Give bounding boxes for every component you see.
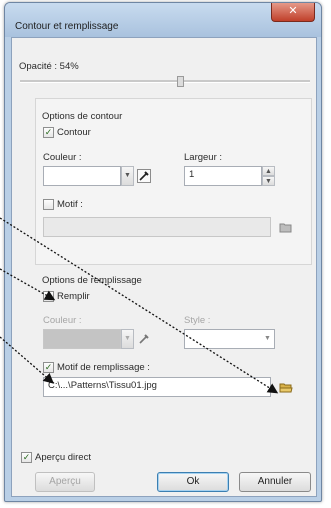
arrow-to-folder-button [0, 217, 279, 394]
arrow-to-fill-checkbox [0, 268, 56, 301]
arrow-to-fill-pattern-checkbox [0, 336, 54, 384]
annotation-arrows [0, 217, 279, 394]
